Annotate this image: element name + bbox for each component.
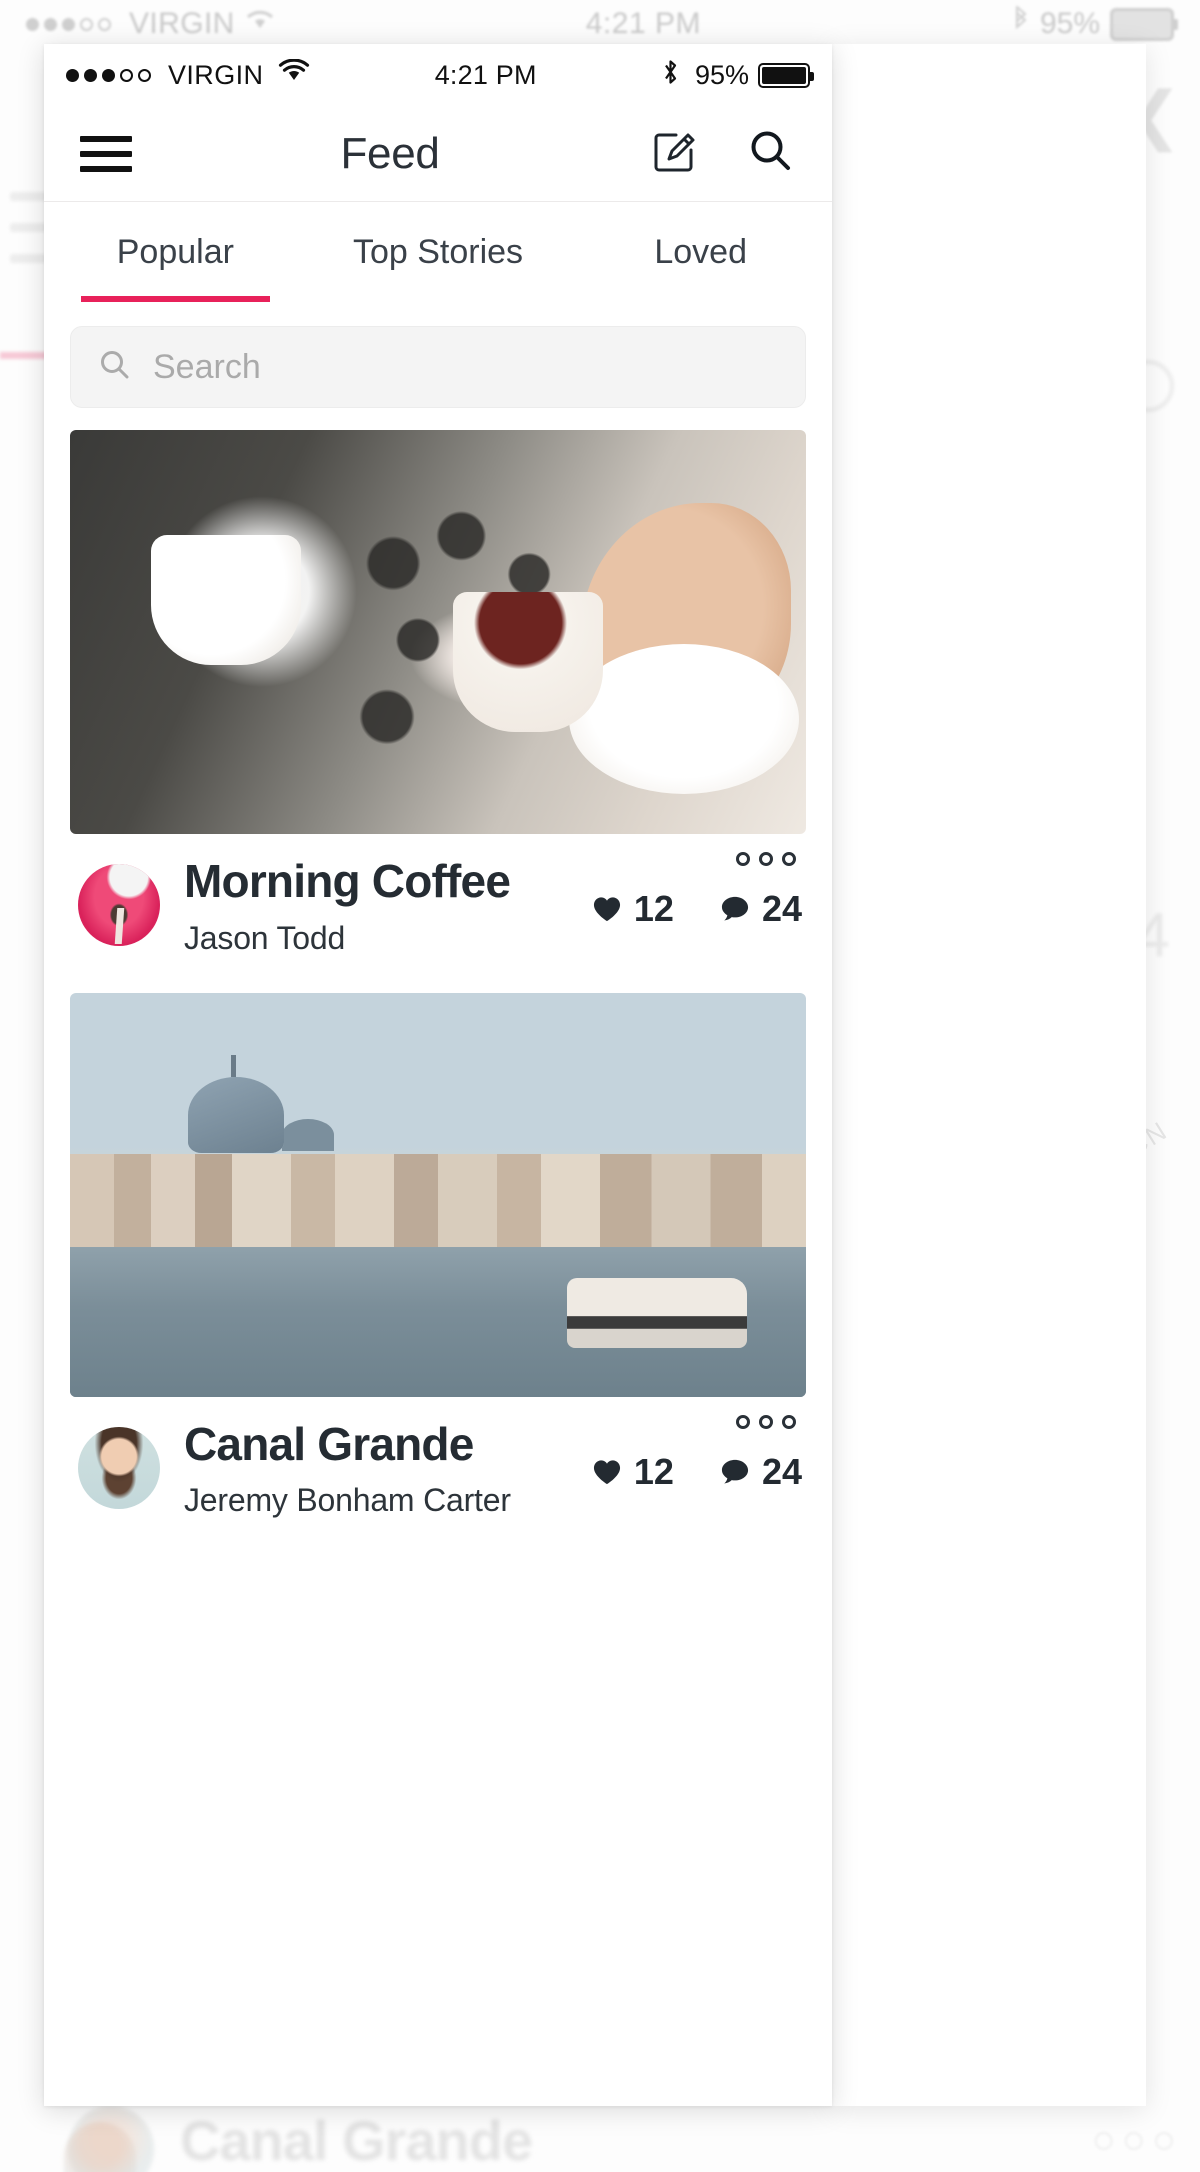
status-bar: VIRGIN 4:21 PM 95%	[44, 44, 832, 106]
tab-loved[interactable]: Loved	[569, 202, 832, 302]
photo-detail-plate	[568, 643, 799, 794]
background-battery-icon	[1110, 7, 1178, 41]
more-options-icon[interactable]	[736, 1414, 802, 1429]
tab-popular[interactable]: Popular	[44, 202, 307, 302]
avatar-image-pink-hoodie	[78, 864, 160, 946]
post-photo-coffee-table[interactable]	[70, 430, 806, 834]
background-statusbar: VIRGIN 4:21 PM 95%	[0, 0, 1200, 48]
post-photo-image	[70, 430, 806, 834]
post-actions: 12 24	[592, 852, 802, 930]
background-statusbar-left: VIRGIN	[26, 7, 275, 41]
comment-stat[interactable]: 24	[720, 888, 802, 930]
background-bottom-title: Canal Grande	[180, 2109, 533, 2172]
compose-pencil-icon[interactable]	[648, 125, 700, 182]
like-stat[interactable]: 12	[592, 888, 674, 930]
like-count: 12	[633, 1450, 674, 1492]
post-photo-venice-canal[interactable]	[70, 992, 806, 1397]
tab-active-underline	[80, 296, 270, 302]
clock-time: 4:21 PM	[434, 59, 537, 90]
photo-detail-dome	[187, 1055, 284, 1154]
battery-icon	[758, 62, 814, 88]
feed-card[interactable]: Canal Grande Jeremy Bonham Carter 12 24	[70, 992, 806, 1546]
comment-bubble-icon	[721, 896, 749, 921]
background-carrier-label: VIRGIN	[129, 7, 235, 40]
feed-list: Morning Coffee Jason Todd 12 24 Canal Gr…	[44, 430, 832, 1546]
carrier-label: VIRGIN	[168, 59, 264, 90]
background-signal-dots	[26, 17, 111, 31]
navigation-actions	[648, 125, 796, 182]
heart-icon	[593, 897, 620, 922]
post-stats: 12 24	[592, 1451, 802, 1493]
navigation-bar: Feed	[44, 106, 832, 202]
comment-count: 24	[761, 888, 802, 929]
background-battery-label: 95%	[1039, 7, 1100, 40]
tab-top-stories[interactable]: Top Stories	[307, 202, 570, 302]
search-icon[interactable]	[744, 125, 796, 182]
more-options-icon[interactable]	[736, 852, 802, 866]
photo-detail-boat	[567, 1278, 748, 1349]
feed-card[interactable]: Morning Coffee Jason Todd 12 24	[70, 430, 806, 983]
avatar-image-man-photo	[78, 1426, 160, 1509]
heart-icon	[593, 1459, 620, 1484]
status-bar-right: 95%	[661, 57, 814, 94]
post-actions: 12 24	[592, 1414, 802, 1493]
photo-detail-buildings	[70, 1154, 806, 1252]
like-count: 12	[633, 888, 674, 929]
comment-bubble-icon	[721, 1459, 749, 1483]
phone-screen: VIRGIN 4:21 PM 95% Feed Popular Top Stor…	[44, 44, 832, 2106]
tab-bar: Popular Top Stories Loved	[44, 202, 832, 302]
wifi-icon	[278, 58, 310, 92]
search-bar-container	[44, 302, 832, 430]
bluetooth-icon	[661, 57, 680, 94]
right-white-panel	[832, 44, 1146, 2106]
background-statusbar-right: 95%	[1012, 4, 1178, 42]
battery-percent-label: 95%	[694, 59, 749, 90]
post-meta-row: Canal Grande Jeremy Bonham Carter 12 24	[70, 1397, 806, 1546]
background-bottom-card: Canal Grande	[60, 2100, 1200, 2172]
tab-underline-inactive	[606, 296, 795, 302]
search-box[interactable]	[70, 326, 806, 408]
tab-underline-inactive	[343, 296, 532, 302]
search-input[interactable]	[151, 346, 779, 388]
avatar[interactable]	[78, 864, 160, 946]
tab-top-stories-label: Top Stories	[352, 232, 524, 271]
comment-count: 24	[761, 1450, 802, 1492]
post-stats: 12 24	[592, 888, 802, 930]
like-stat[interactable]: 12	[592, 1451, 674, 1493]
comment-stat[interactable]: 24	[720, 1451, 802, 1493]
background-wifi-icon	[245, 7, 275, 41]
status-bar-left: VIRGIN	[66, 58, 310, 92]
hamburger-menu-icon[interactable]	[80, 135, 132, 172]
post-photo-image	[70, 992, 806, 1397]
tab-loved-label: Loved	[654, 232, 747, 271]
background-bluetooth-icon	[1012, 4, 1030, 42]
background-time: 4:21 PM	[585, 7, 701, 40]
signal-strength-dots	[66, 68, 151, 82]
tab-popular-label: Popular	[116, 232, 234, 271]
avatar[interactable]	[78, 1426, 160, 1509]
search-icon	[97, 347, 133, 388]
post-meta-row: Morning Coffee Jason Todd 12 24	[70, 834, 806, 983]
page-title: Feed	[340, 128, 440, 178]
